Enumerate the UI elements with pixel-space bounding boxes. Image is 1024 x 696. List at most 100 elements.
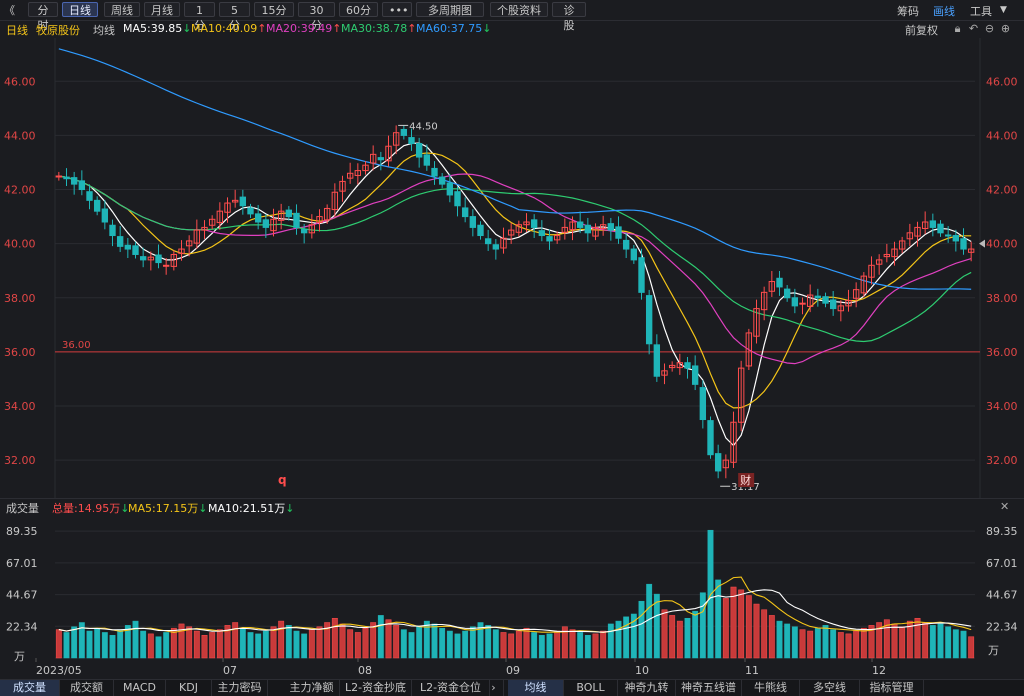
toolbar-button-2[interactable]: 周线 <box>104 2 140 17</box>
q-marker: q <box>278 473 287 487</box>
candle-body <box>132 245 139 255</box>
candle-body <box>254 213 262 223</box>
volume-bar <box>354 632 361 659</box>
xtick-label: 08 <box>358 664 372 677</box>
indicator-tab-7[interactable]: L2-资金仓位 <box>412 680 490 696</box>
indicator-tabs: 成交量 成交额 MACD KDJ 主力密码 主力净额 L2-资金抄底 L2-资金仓位 均线 BOL… <box>0 679 1024 696</box>
hline-36-label: 36.00 <box>62 340 91 351</box>
tools-button[interactable]: 工具 <box>970 3 992 19</box>
toolbar-button-7[interactable]: 30分 <box>298 2 335 32</box>
price-chart[interactable]: 46.00 44.00 42.00 40.00 38.00 36.00 34.00 32.00… <box>0 38 1024 498</box>
toolbar-button-12[interactable]: 诊股 <box>552 2 586 32</box>
close-icon[interactable]: ✕ <box>1000 500 1009 513</box>
volume-bar <box>638 600 645 659</box>
volume-bar <box>301 633 308 659</box>
indicator-tab-6[interactable]: L2-资金抄底 <box>340 680 412 696</box>
volume-bar <box>960 630 967 659</box>
volume-bar <box>791 626 798 659</box>
candle-body <box>446 182 454 196</box>
back-icon[interactable]: 《 <box>4 2 15 18</box>
volume-bar <box>101 632 108 659</box>
indicator-tab-14[interactable]: 指标管理 <box>860 680 924 696</box>
volume-ytick-right: 22.34 <box>986 620 1018 633</box>
volume-bar <box>454 633 461 659</box>
tabs-scroll-right-icon[interactable]: › <box>484 680 504 696</box>
volume-bar <box>446 630 453 659</box>
volume-bar <box>538 635 545 659</box>
indicator-tab-4[interactable]: 主力密码 <box>212 680 268 696</box>
indicator-tab-1[interactable]: 成交额 <box>60 680 114 696</box>
lock-icon[interactable]: 🔒︎ <box>951 22 964 35</box>
indicator-tab-0[interactable]: 成交量 <box>0 680 60 696</box>
candle-body <box>814 295 822 299</box>
volume-bar <box>745 595 752 659</box>
candle-body <box>239 196 247 207</box>
toolbar-button-5[interactable]: 5分 <box>219 2 250 32</box>
indicator-tab-9[interactable]: BOLL <box>564 680 618 696</box>
undo-icon[interactable]: ↶ <box>967 22 980 35</box>
volume-bar <box>661 609 668 659</box>
ma-label[interactable]: 均线 <box>93 22 115 38</box>
candle-body <box>469 216 477 228</box>
candle-body <box>55 175 63 178</box>
zoom-out-icon[interactable]: ⊖ <box>983 22 996 35</box>
price-grid <box>54 38 981 498</box>
toolbar-button-6[interactable]: 15分 <box>254 2 294 17</box>
volume-bar <box>761 609 768 659</box>
volume-bar <box>929 625 936 659</box>
toolbar-button-4[interactable]: 1分 <box>184 2 215 32</box>
volume-bar <box>937 623 944 659</box>
volume-bar <box>247 632 254 659</box>
volume-bar <box>822 625 829 659</box>
volume-bar <box>814 627 821 659</box>
candle-body <box>684 362 691 369</box>
volume-bar <box>109 635 116 659</box>
volume-bar <box>431 623 438 659</box>
indicator-tab-2[interactable]: MACD <box>114 680 166 696</box>
volume-bar <box>853 630 860 659</box>
volume-bar <box>416 626 423 659</box>
candle-body <box>408 137 415 145</box>
stock-name: 牧原股份 <box>36 24 80 37</box>
volume-bar <box>607 623 614 659</box>
adjust-label[interactable]: 前复权 <box>905 22 938 38</box>
toolbar-button-3[interactable]: 月线 <box>144 2 180 17</box>
indicator-tab-13[interactable]: 多空线 <box>800 680 860 696</box>
price-ytick-left: 44.00 <box>4 129 36 142</box>
candle-body <box>952 235 960 242</box>
candle-body <box>285 209 293 218</box>
ma30-legend: MA30:38.78↑ <box>341 22 417 35</box>
volume-bar <box>922 622 929 659</box>
tools-dropdown-icon[interactable]: ▼ <box>1000 5 1007 15</box>
drawing-button[interactable]: 画线 <box>933 3 955 19</box>
indicator-tab-10[interactable]: 神奇九转 <box>618 680 676 696</box>
indicator-tab-3[interactable]: KDJ <box>166 680 212 696</box>
zoom-in-icon[interactable]: ⊕ <box>999 22 1012 35</box>
volume-bar <box>899 626 906 659</box>
toolbar-button-8[interactable]: 60分 <box>339 2 378 17</box>
xtick-label: 07 <box>223 664 237 677</box>
candle-body <box>109 224 116 237</box>
toolbar-button-1[interactable]: 日线 <box>62 2 98 17</box>
volume-header: 成交量 总量:14.95万↓ MA5:17.15万↓ MA10:21.51万↓ … <box>0 498 1024 516</box>
price-ytick-right: 46.00 <box>986 75 1018 88</box>
volume-unit-left: 万 <box>14 650 25 663</box>
toolbar-button-0[interactable]: 分时 <box>28 2 58 32</box>
candle-body <box>929 220 937 228</box>
volume-chart[interactable]: 89.35 89.35 67.01 67.01 44.67 44.67 22.34 22.34… <box>0 516 1024 679</box>
toolbar-button-11[interactable]: 个股资料 <box>490 2 548 17</box>
volume-bar <box>669 615 676 659</box>
volume-bar <box>362 627 369 659</box>
date-axis: 2023/05 07 08 09 10 11 12 <box>35 658 886 677</box>
chip-distribution-button[interactable]: 筹码 <box>897 3 919 19</box>
toolbar-button-10[interactable]: 多周期图 <box>416 2 484 17</box>
volume-bar <box>400 629 407 659</box>
volume-bar <box>730 586 737 659</box>
xtick-label: 11 <box>745 664 759 677</box>
toolbar-button-9[interactable]: ••• <box>382 2 412 17</box>
indicator-tab-8[interactable]: 均线 <box>508 680 564 696</box>
indicator-tab-5[interactable]: 主力净额 <box>284 680 340 696</box>
indicator-tab-12[interactable]: 牛熊线 <box>742 680 800 696</box>
candle-body <box>937 223 944 234</box>
indicator-tab-11[interactable]: 神奇五线谱 <box>676 680 742 696</box>
